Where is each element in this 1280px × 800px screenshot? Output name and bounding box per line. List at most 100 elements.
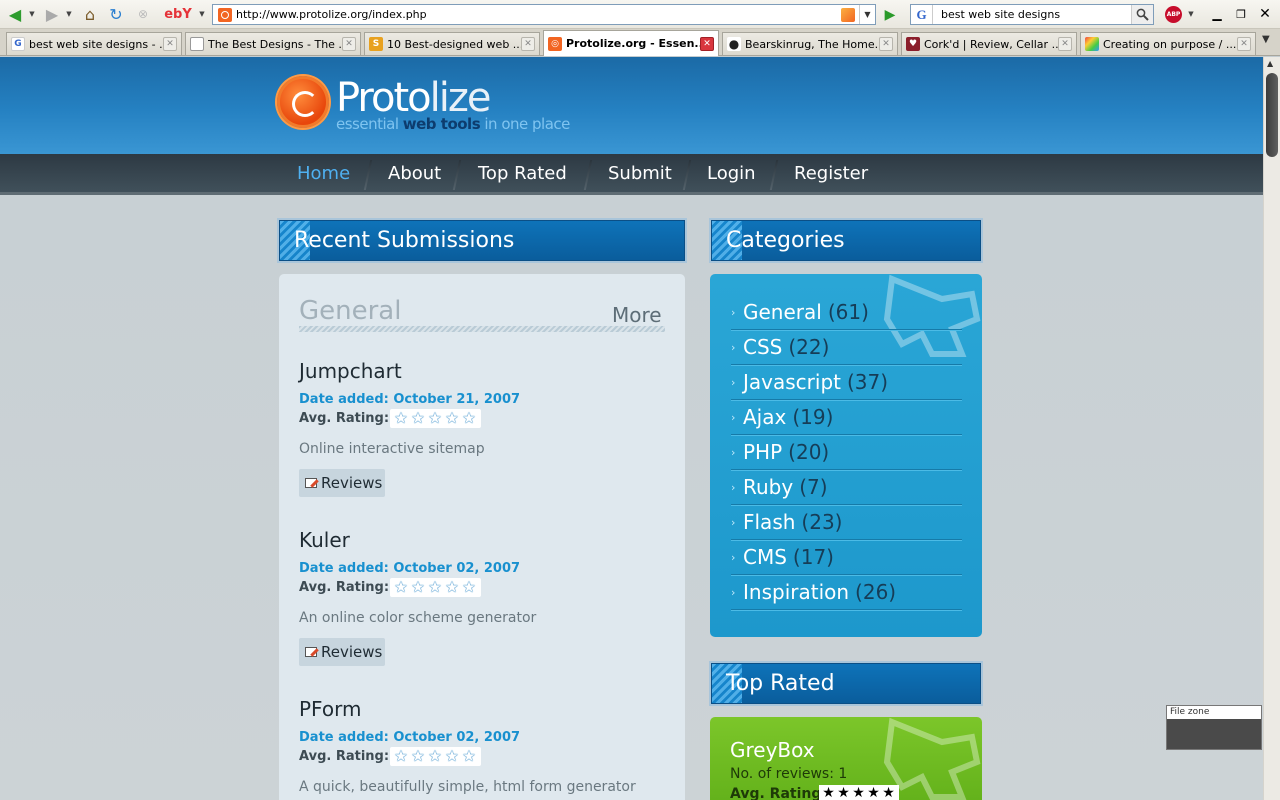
tab-google[interactable]: G best web site designs - ... ✕: [6, 32, 182, 55]
tab-close-icon[interactable]: ✕: [1237, 37, 1251, 51]
search-button[interactable]: [1131, 5, 1153, 24]
adblock-icon[interactable]: ABP: [1165, 6, 1182, 23]
more-link[interactable]: More: [612, 303, 662, 327]
star-filled-icon: ★: [822, 785, 835, 800]
tab-close-icon[interactable]: ✕: [879, 37, 893, 51]
category-name[interactable]: Flash: [743, 510, 795, 534]
star-icon[interactable]: ★: [444, 580, 460, 595]
restore-icon[interactable]: ❐: [1232, 5, 1250, 23]
tab-best-designed-web[interactable]: S 10 Best-designed web ... ✕: [364, 32, 540, 55]
search-bar[interactable]: G best web site designs: [910, 4, 1154, 25]
category-ajax[interactable]: › Ajax (19): [731, 400, 962, 435]
nav-home[interactable]: Home: [297, 154, 350, 192]
star-icon[interactable]: ★: [410, 749, 426, 764]
back-dropdown-icon[interactable]: ▼: [27, 4, 37, 24]
star-icon[interactable]: ★: [444, 411, 460, 426]
star-icon[interactable]: ★: [461, 749, 477, 764]
reviews-button[interactable]: Reviews: [299, 469, 385, 497]
rating-stars[interactable]: ★ ★ ★ ★ ★: [390, 409, 481, 428]
star-icon[interactable]: ★: [410, 580, 426, 595]
category-ruby[interactable]: › Ruby (7): [731, 470, 962, 505]
star-icon[interactable]: ★: [393, 580, 409, 595]
tab-close-icon[interactable]: ✕: [521, 37, 535, 51]
date-value: October 21, 2007: [393, 392, 521, 407]
category-general[interactable]: › General (61): [731, 295, 962, 330]
submission-title-kuler[interactable]: Kuler: [299, 528, 350, 552]
forward-icon[interactable]: ▶: [41, 4, 63, 24]
category-php[interactable]: › PHP (20): [731, 435, 962, 470]
submission-title-jumpchart[interactable]: Jumpchart: [299, 359, 402, 383]
star-icon[interactable]: ★: [393, 411, 409, 426]
nav-about[interactable]: About: [388, 154, 441, 192]
submission-title-pform[interactable]: PForm: [299, 697, 361, 721]
back-icon[interactable]: ◀: [4, 4, 26, 24]
nav-login[interactable]: Login: [707, 154, 756, 192]
vertical-scrollbar[interactable]: ▲: [1263, 57, 1280, 800]
category-name[interactable]: CMS: [743, 545, 787, 569]
tab-protolize[interactable]: ◎ Protolize.org - Essen... ✕: [543, 30, 719, 56]
star-icon[interactable]: ★: [461, 580, 477, 595]
category-name[interactable]: PHP: [743, 440, 782, 464]
category-css[interactable]: › CSS (22): [731, 330, 962, 365]
star-icon[interactable]: ★: [427, 749, 443, 764]
tab-best-designs[interactable]: The Best Designs - The ... ✕: [185, 32, 361, 55]
submission-description: An online color scheme generator: [299, 610, 537, 626]
category-name[interactable]: Ajax: [743, 405, 786, 429]
adblock-dropdown-icon[interactable]: ▼: [1186, 4, 1196, 24]
stop-icon[interactable]: ⊗: [133, 4, 153, 24]
category-name[interactable]: CSS: [743, 335, 782, 359]
scroll-up-icon[interactable]: ▲: [1267, 59, 1273, 68]
ebay-dropdown-icon[interactable]: ▼: [197, 4, 207, 24]
tab-close-icon[interactable]: ✕: [342, 37, 356, 51]
scrollbar-thumb[interactable]: [1266, 73, 1278, 157]
date-label: Date added:: [299, 561, 389, 576]
rss-icon[interactable]: [841, 7, 855, 22]
star-icon[interactable]: ★: [410, 411, 426, 426]
rating-stars[interactable]: ★ ★ ★ ★ ★: [390, 747, 481, 766]
go-icon[interactable]: ▶: [880, 5, 900, 24]
star-icon[interactable]: ★: [427, 411, 443, 426]
general-section-title[interactable]: General: [299, 296, 401, 326]
category-javascript[interactable]: › Javascript (37): [731, 365, 962, 400]
reviews-button[interactable]: Reviews: [299, 638, 385, 666]
star-icon[interactable]: ★: [444, 749, 460, 764]
category-flash[interactable]: › Flash (23): [731, 505, 962, 540]
star-icon[interactable]: ★: [393, 749, 409, 764]
protolize-logo-icon[interactable]: [277, 76, 329, 128]
top-rated-title[interactable]: GreyBox: [730, 738, 815, 762]
address-bar[interactable]: http://www.protolize.org/index.php ▼: [212, 4, 876, 25]
file-zone-widget[interactable]: File zone: [1166, 705, 1262, 750]
rating-stars[interactable]: ★ ★ ★ ★ ★: [390, 578, 481, 597]
tab-close-icon[interactable]: ✕: [700, 36, 714, 51]
category-inspiration[interactable]: › Inspiration (26): [731, 575, 962, 610]
star-icon[interactable]: ★: [427, 580, 443, 595]
chevron-right-icon: ›: [731, 340, 736, 354]
ebay-icon[interactable]: ebY: [161, 4, 195, 24]
nav-top-rated[interactable]: Top Rated: [478, 154, 567, 192]
minimize-icon[interactable]: ▁: [1208, 5, 1226, 23]
forward-dropdown-icon[interactable]: ▼: [64, 4, 74, 24]
category-cms[interactable]: › CMS (17): [731, 540, 962, 575]
category-name[interactable]: Ruby: [743, 475, 793, 499]
google-search-engine-icon[interactable]: G: [911, 5, 933, 24]
nav-submit[interactable]: Submit: [608, 154, 672, 192]
tab-close-icon[interactable]: ✕: [163, 37, 177, 51]
tab-corkd[interactable]: ♥ Cork'd | Review, Cellar ... ✕: [901, 32, 1077, 55]
tab-creating-on-purpose[interactable]: Creating on purpose / ... ✕: [1080, 32, 1256, 55]
category-name[interactable]: Javascript: [743, 370, 841, 394]
category-name[interactable]: General: [743, 300, 822, 324]
home-icon[interactable]: ⌂: [80, 4, 100, 24]
search-input[interactable]: best web site designs: [933, 8, 1131, 21]
star-icon[interactable]: ★: [461, 411, 477, 426]
close-window-icon[interactable]: ✕: [1256, 5, 1274, 23]
tab-close-icon[interactable]: ✕: [1058, 37, 1072, 51]
reload-icon[interactable]: ↻: [106, 4, 126, 24]
tab-list-dropdown-icon[interactable]: ▼: [1262, 34, 1270, 45]
url-dropdown-icon[interactable]: ▼: [859, 5, 875, 24]
category-name[interactable]: Inspiration: [743, 580, 849, 604]
url-text[interactable]: http://www.protolize.org/index.php: [236, 8, 841, 21]
category-count: (23): [801, 510, 843, 534]
nav-register[interactable]: Register: [794, 154, 868, 192]
tab-bearskinrug[interactable]: ● Bearskinrug, The Home... ✕: [722, 32, 898, 55]
top-rated-review-count: No. of reviews: 1: [730, 766, 848, 782]
